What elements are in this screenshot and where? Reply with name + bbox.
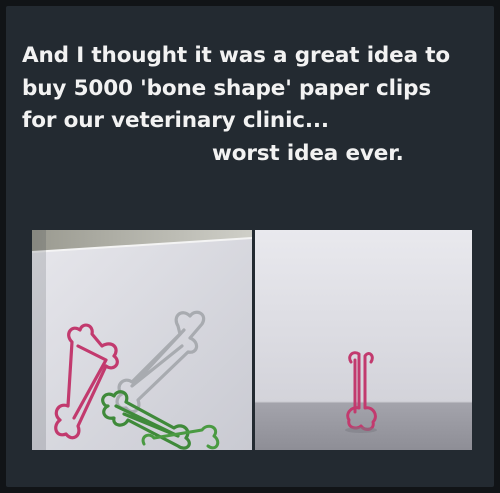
meme-caption: And I thought it was a great idea to buy… [22, 40, 492, 170]
standing-clip-image [255, 230, 472, 450]
caption-line-2: buy 5000 'bone shape' paper clips [22, 75, 431, 101]
photo-standing-clip [255, 230, 472, 450]
clips-on-paper-image [32, 230, 252, 450]
photo-clips-on-paper [32, 230, 252, 450]
caption-line-1: And I thought it was a great idea to [22, 43, 451, 68]
caption-line-3: for our veterinary clinic... [22, 108, 329, 133]
caption-line-4: worst idea ever. [212, 140, 404, 166]
floor-surface [255, 402, 472, 450]
